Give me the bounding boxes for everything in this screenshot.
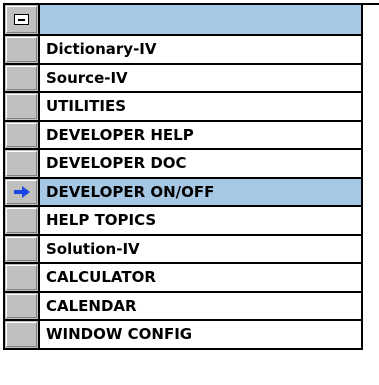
row-selector[interactable]	[5, 264, 40, 291]
grid-row[interactable]: WINDOW CONFIG	[5, 321, 363, 350]
row-label[interactable]: HELP TOPICS	[40, 207, 363, 234]
grid-edge	[362, 3, 379, 33]
grid-row[interactable]: Solution-IV	[5, 235, 363, 264]
row-label[interactable]: Dictionary-IV	[40, 36, 363, 63]
grid-header	[5, 5, 363, 36]
header-cell	[40, 5, 363, 34]
row-selector[interactable]	[5, 207, 40, 234]
collapse-minus-icon[interactable]	[14, 14, 29, 25]
grid-row[interactable]: DEVELOPER DOC	[5, 150, 363, 179]
row-label[interactable]: DEVELOPER DOC	[40, 150, 363, 177]
row-selector[interactable]	[5, 93, 40, 120]
row-label[interactable]: DEVELOPER HELP	[40, 121, 363, 148]
grid-row[interactable]: Source-IV	[5, 64, 363, 93]
row-selector[interactable]	[5, 235, 40, 262]
row-label[interactable]: WINDOW CONFIG	[40, 321, 363, 348]
row-label[interactable]: UTILITIES	[40, 93, 363, 120]
row-label[interactable]: CALENDAR	[40, 292, 363, 319]
grid-row[interactable]: CALENDAR	[5, 292, 363, 321]
header-selector[interactable]	[5, 5, 40, 34]
grid-row[interactable]: HELP TOPICS	[5, 207, 363, 236]
menu-grid: Dictionary-IV Source-IV UTILITIES DEVELO…	[3, 3, 363, 350]
current-row-arrow-icon	[13, 185, 30, 198]
row-selector[interactable]	[5, 321, 40, 348]
row-selector[interactable]	[5, 150, 40, 177]
grid-row[interactable]: Dictionary-IV	[5, 36, 363, 65]
grid-row[interactable]: UTILITIES	[5, 93, 363, 122]
grid-row-selected[interactable]: DEVELOPER ON/OFF	[5, 178, 363, 207]
row-selector[interactable]	[5, 292, 40, 319]
row-label[interactable]: Source-IV	[40, 64, 363, 91]
grid-row[interactable]: DEVELOPER HELP	[5, 121, 363, 150]
row-label[interactable]: Solution-IV	[40, 235, 363, 262]
row-selector[interactable]	[5, 178, 40, 205]
row-label[interactable]: DEVELOPER ON/OFF	[40, 178, 363, 205]
row-selector[interactable]	[5, 64, 40, 91]
grid-row[interactable]: CALCULATOR	[5, 264, 363, 293]
row-selector[interactable]	[5, 121, 40, 148]
row-selector[interactable]	[5, 36, 40, 63]
row-label[interactable]: CALCULATOR	[40, 264, 363, 291]
